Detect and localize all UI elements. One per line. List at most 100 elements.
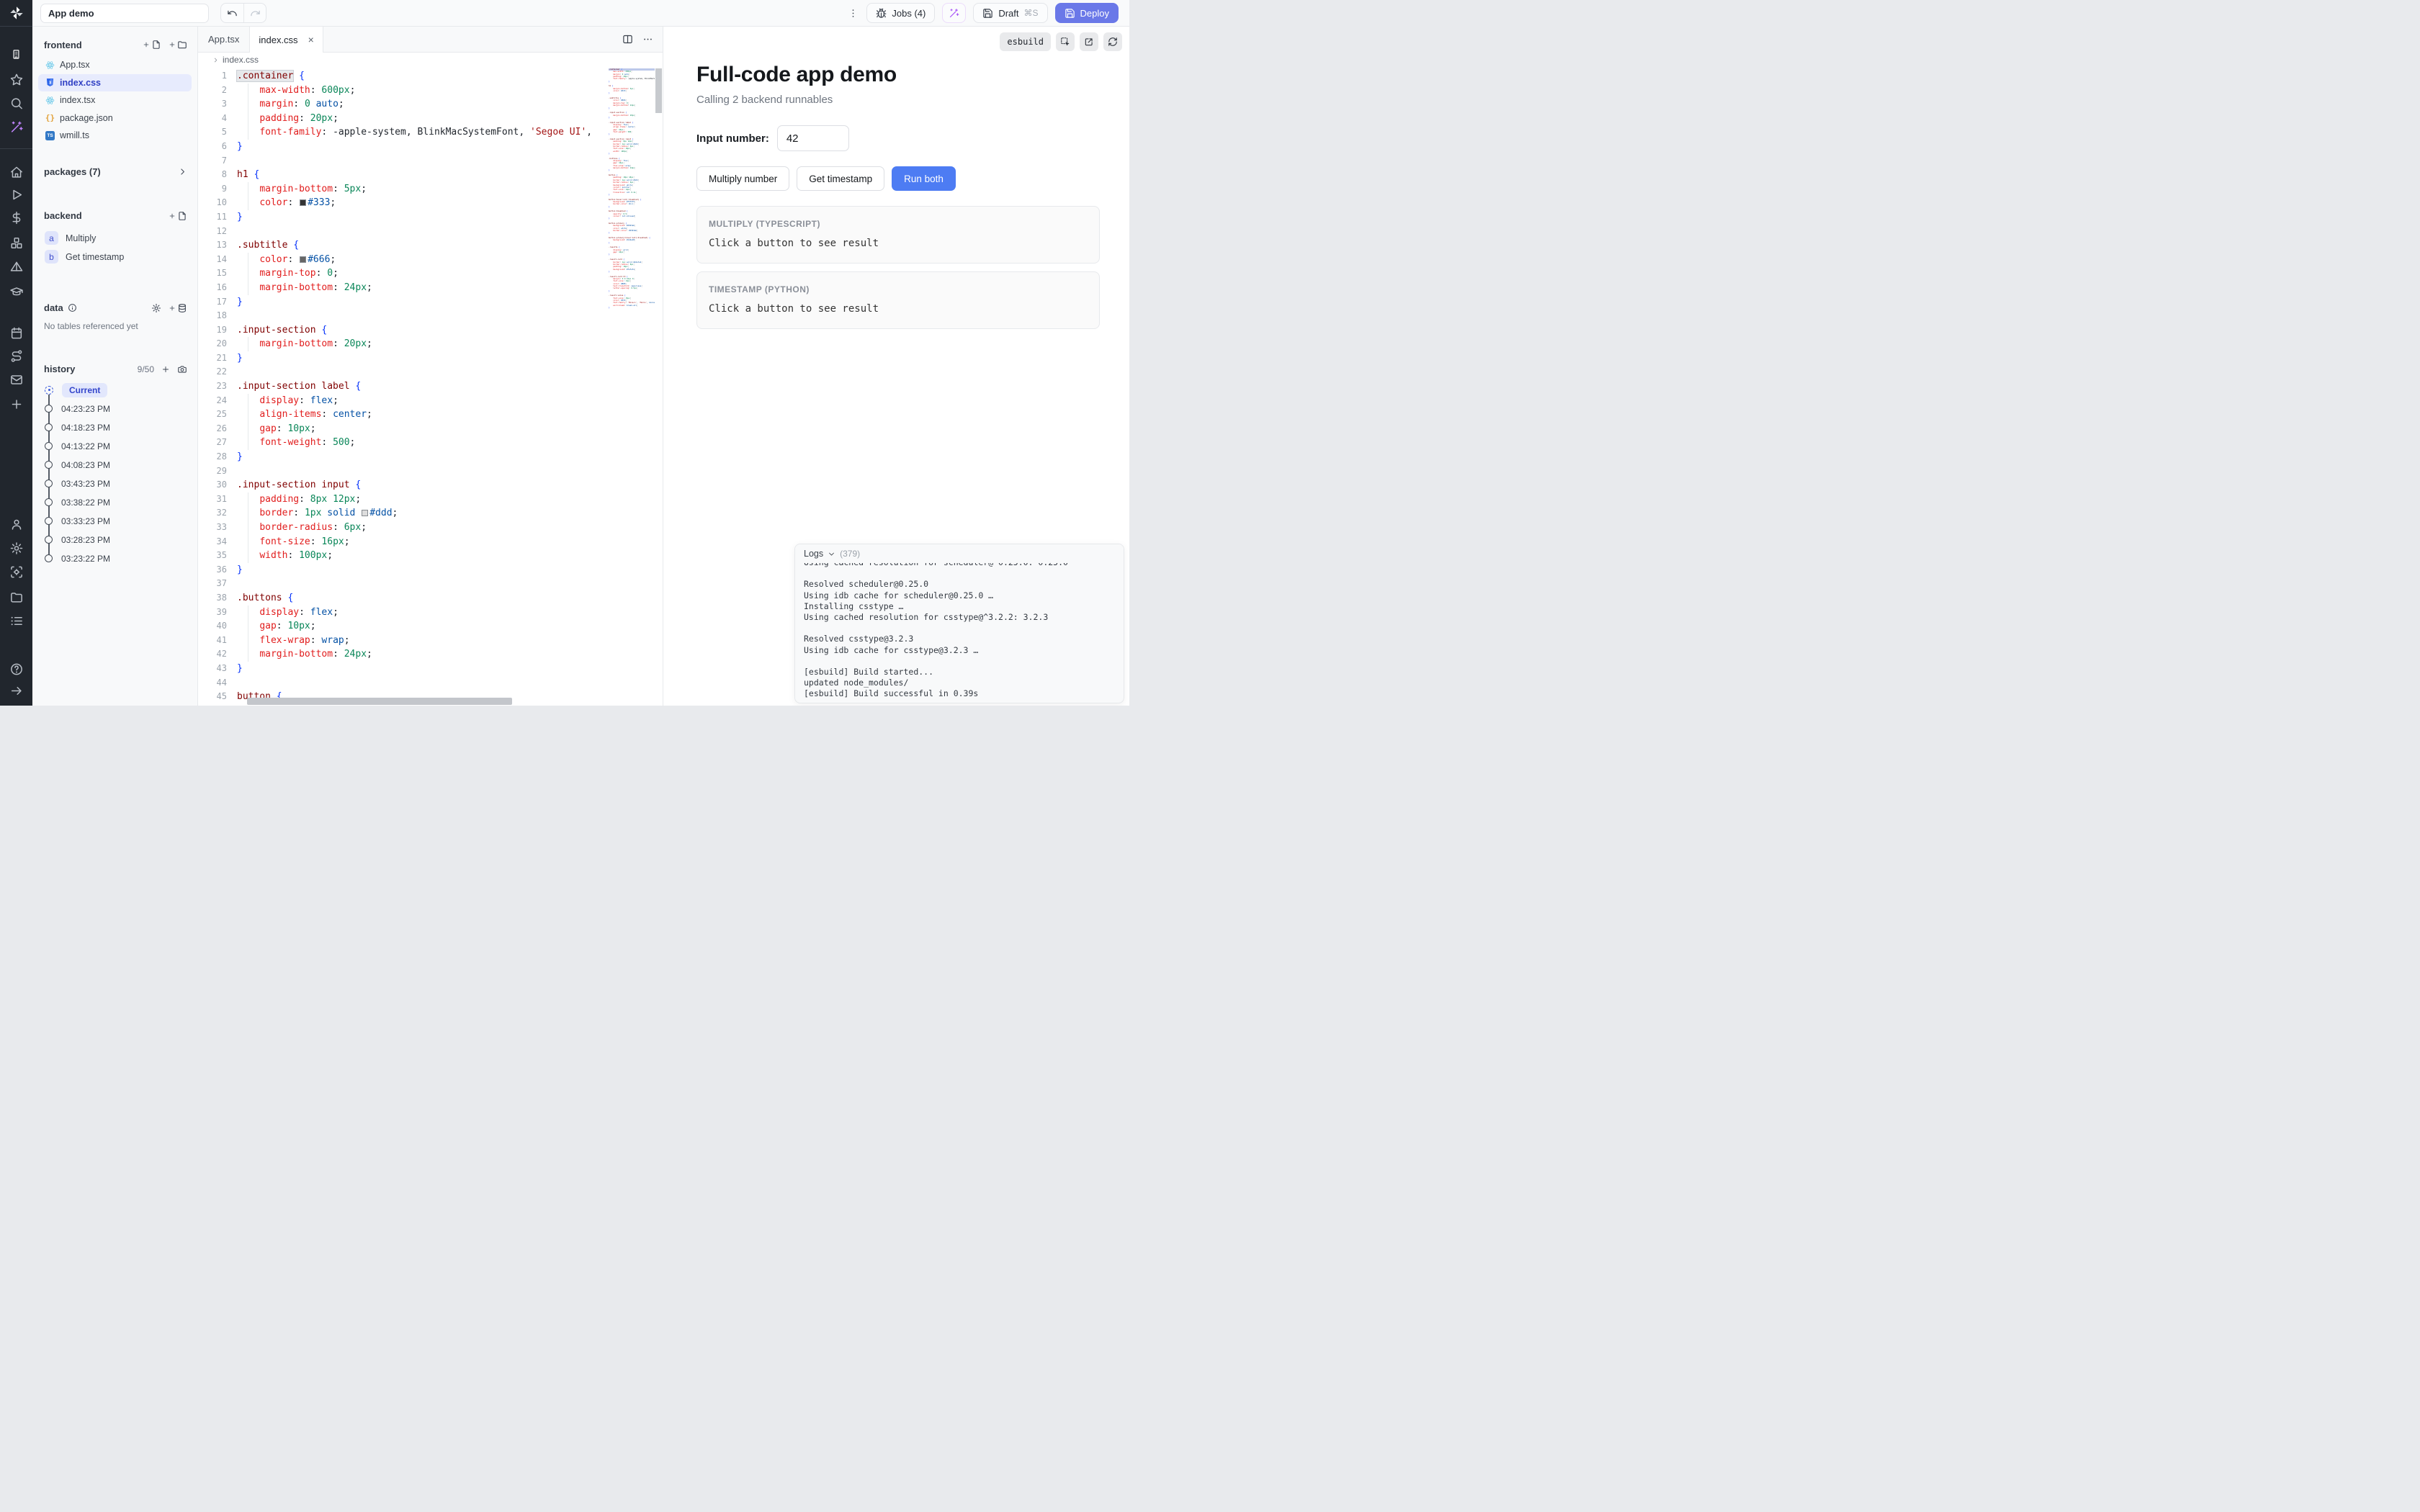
esbuild-badge[interactable]: esbuild [1000,32,1051,51]
editor-vertical-scrollbar[interactable] [655,68,662,113]
refresh-preview-button[interactable] [1103,32,1122,51]
undo-button[interactable] [221,4,243,22]
tab-app-tsx[interactable]: App.tsx [198,27,249,52]
learn-icon[interactable] [9,285,23,299]
number-input[interactable] [777,125,849,151]
open-external-button[interactable] [1080,32,1098,51]
history-entry[interactable]: 03:38:22 PM [32,493,197,512]
rail-divider [0,148,32,149]
history-entry[interactable]: 04:08:23 PM [32,456,197,474]
line-number: 4 [198,112,237,126]
search-icon[interactable] [9,96,23,110]
ai-assistant-button[interactable] [942,3,966,23]
variables-icon[interactable] [9,211,23,225]
app-button-run-both[interactable]: Run both [892,166,956,191]
file-item-wmill-ts[interactable]: TSwmill.ts [32,127,197,145]
close-tab-icon[interactable]: × [308,35,314,45]
add-runnable-button[interactable] [169,211,187,221]
logs-header[interactable]: Logs (379) [795,544,1124,563]
tab-index-css[interactable]: index.css × [249,27,323,53]
plus-icon [169,212,176,220]
file-item-index-tsx[interactable]: index.tsx [32,91,197,109]
line-number: 44 [198,676,237,690]
history-entry[interactable]: 04:18:23 PM [32,418,197,437]
data-settings-icon[interactable] [151,303,161,313]
history-dot [45,461,53,469]
workspace-avatar[interactable] [6,44,27,64]
add-folder-button[interactable] [169,40,187,50]
code-pane[interactable]: 1.container {2 max-width: 600px;3 margin… [198,67,609,706]
editor-more-icon[interactable] [642,34,653,45]
draft-label: Draft [998,8,1018,19]
split-editor-icon[interactable] [622,34,633,45]
undo-redo-group [220,3,266,23]
help-icon[interactable] [9,662,23,676]
editor-minimap[interactable]: .container { max-width: 600px; margin: 0… [609,67,655,698]
windmill-logo[interactable] [0,0,32,27]
triggers-icon[interactable] [9,261,23,274]
runs-icon[interactable] [9,188,23,202]
favorites-icon[interactable] [9,73,23,86]
mail-icon[interactable] [9,373,23,387]
add-icon[interactable] [9,397,23,411]
deploy-button[interactable]: Deploy [1055,3,1119,23]
history-entry[interactable]: 03:43:23 PM [32,474,197,493]
code-line: 13.subtitle { [198,238,609,253]
backend-item-b[interactable]: bGet timestamp [32,248,197,266]
history-entry[interactable]: 03:28:23 PM [32,531,197,549]
deploy-label: Deploy [1080,8,1109,19]
list-icon[interactable] [9,614,23,628]
app-button-multiply-number[interactable]: Multiply number [696,166,789,191]
history-current-row[interactable]: Current [32,381,197,400]
kebab-icon [848,8,859,19]
history-list: 04:23:23 PM04:18:23 PM04:13:22 PM04:08:2… [32,400,197,568]
app-button-get-timestamp[interactable]: Get timestamp [797,166,884,191]
plus-icon [169,41,176,48]
history-entry[interactable]: 03:33:23 PM [32,512,197,531]
code-line: 2 max-width: 600px; [198,84,609,98]
ai-wand-icon[interactable] [9,120,23,134]
add-file-button[interactable] [143,40,161,50]
code-editor: App.tsx index.css × index.css 1.containe… [198,27,663,706]
code-line: 40 gap: 10px; [198,619,609,634]
add-snapshot-icon[interactable] [161,365,170,374]
select-element-button[interactable] [1056,32,1075,51]
expand-sidebar-icon[interactable] [9,684,23,698]
redo-button[interactable] [243,4,266,22]
home-icon[interactable] [9,166,23,179]
settings-icon[interactable] [9,541,23,555]
flows-icon[interactable] [9,349,23,363]
backend-item-a[interactable]: aMultiply [32,229,197,248]
code-line: 36} [198,563,609,577]
logs-body[interactable]: Using cached resolution for scheduler@^0… [795,544,1124,703]
draft-button[interactable]: Draft⌘S [973,3,1047,23]
file-item-App-tsx[interactable]: App.tsx [32,56,197,74]
editor-breadcrumb[interactable]: index.css [198,53,663,67]
code-line: 37 [198,577,609,591]
packages-row[interactable]: packages (7) [32,163,197,181]
app-name-input[interactable] [40,4,209,23]
editor-horizontal-scrollbar[interactable] [247,698,512,705]
jobs-button[interactable]: Jobs (4) [866,3,935,23]
camera-icon[interactable] [177,364,187,374]
jobs-label: Jobs (4) [892,8,926,19]
schedules-icon[interactable] [9,326,23,340]
file-item-index-css[interactable]: 3index.css [38,74,192,92]
history-entry[interactable]: 04:13:22 PM [32,437,197,456]
building-icon [11,49,22,60]
user-icon[interactable] [9,518,23,531]
history-entry[interactable]: 03:23:22 PM [32,549,197,568]
line-number: 28 [198,450,237,464]
more-menu-button[interactable] [846,4,859,22]
folders-icon[interactable] [9,590,23,604]
code-line: 9 margin-bottom: 5px; [198,182,609,197]
file-item-package-json[interactable]: {}package.json [32,109,197,127]
runnable-name: Multiply [66,233,96,243]
add-table-button[interactable] [169,303,187,313]
backend-section-header: backend [32,207,197,225]
resources-icon[interactable] [9,236,23,250]
workspace-settings-icon[interactable] [9,565,23,579]
line-number: 6 [198,140,237,154]
logs-count: (379) [840,549,860,559]
history-entry[interactable]: 04:23:23 PM [32,400,197,418]
